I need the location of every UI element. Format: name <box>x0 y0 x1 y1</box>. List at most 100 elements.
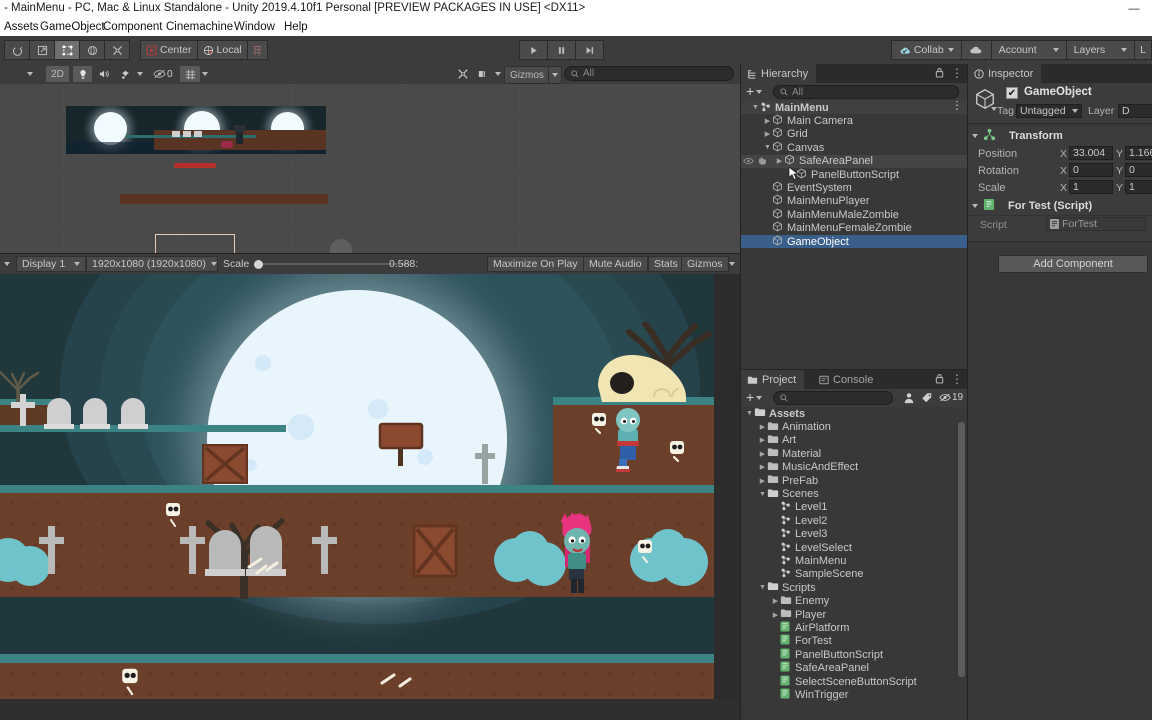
project-create-button[interactable]: + <box>746 390 763 404</box>
scene-draw-mode-dropdown[interactable] <box>24 66 36 82</box>
project-item-selectscenebuttonscript[interactable]: SelectSceneButtonScript <box>741 675 967 688</box>
game-gizmos-toggle[interactable]: Gizmos <box>681 256 729 272</box>
scene-view-canvas[interactable] <box>0 84 740 254</box>
transform-position-x-input[interactable]: 33.004 <box>1069 146 1113 160</box>
scene-context-menu-icon[interactable]: ⋮ <box>951 101 963 111</box>
disclosure-triangle[interactable]: ▼ <box>758 584 767 591</box>
scene-fx-dropdown[interactable] <box>134 66 146 82</box>
game-stats-toggle[interactable]: Stats <box>648 256 684 272</box>
menu-item-component[interactable]: Component <box>103 21 162 33</box>
gameobject-name-field[interactable]: GameObject <box>1024 86 1092 98</box>
scene-component-tools-icon[interactable] <box>452 66 473 82</box>
pause-button[interactable] <box>547 40 576 60</box>
project-item-scripts[interactable]: ▼ Scripts <box>741 581 967 594</box>
tag-dropdown[interactable]: Untagged <box>1016 104 1082 118</box>
scene-fx-toggle[interactable] <box>116 66 135 82</box>
play-button[interactable] <box>519 40 548 60</box>
scene-2d-toggle[interactable]: 2D <box>46 66 69 82</box>
hierarchy-search-box[interactable]: All <box>773 85 959 99</box>
game-display-dropdown[interactable]: Display 1 <box>16 256 86 272</box>
project-hidden-badge[interactable]: 19 <box>939 392 963 403</box>
scene-audio-toggle[interactable] <box>95 66 114 82</box>
disclosure-triangle[interactable]: ▼ <box>763 144 772 151</box>
project-item-assets[interactable]: ▼ Assets <box>741 407 967 420</box>
lock-icon[interactable] <box>935 67 944 81</box>
hierarchy-item-grid[interactable]: ▶ Grid <box>741 128 967 141</box>
layer-dropdown[interactable]: D <box>1118 104 1152 118</box>
account-button[interactable]: Account <box>990 40 1067 60</box>
project-item-level3[interactable]: Level3 <box>741 528 967 541</box>
scene-visibility-dropdown[interactable] <box>492 66 504 82</box>
search-by-label-icon[interactable] <box>921 392 933 407</box>
project-menu-icon[interactable]: ⋮ <box>951 373 963 385</box>
project-item-level2[interactable]: Level2 <box>741 514 967 527</box>
move-tool-button[interactable] <box>29 40 55 60</box>
disclosure-triangle[interactable]: ▼ <box>745 410 754 417</box>
scene-grid-dropdown[interactable] <box>199 66 211 82</box>
pickability-hand-icon[interactable] <box>757 156 768 168</box>
tab-project[interactable]: Project <box>741 370 805 389</box>
lock-icon[interactable] <box>935 373 944 387</box>
scene-gizmos-dropdown[interactable] <box>548 66 562 84</box>
pivot-mode-button[interactable]: Center <box>140 40 198 60</box>
tab-hierarchy[interactable]: Hierarchy <box>741 64 817 83</box>
scene-selection-rect[interactable] <box>155 234 235 254</box>
scene-gizmos-button[interactable]: Gizmos <box>504 66 550 84</box>
hierarchy-item-safeareapanel[interactable]: ▶ SafeAreaPanel <box>741 154 967 168</box>
game-scale-slider-thumb[interactable] <box>254 260 263 269</box>
collab-button[interactable]: Collab <box>890 40 962 60</box>
menu-item-cinemachine[interactable]: Cinemachine <box>166 21 233 33</box>
grid-snap-button[interactable] <box>246 40 268 60</box>
project-item-panelbuttonscript[interactable]: PanelButtonScript <box>741 648 967 661</box>
cloud-button[interactable] <box>960 40 992 60</box>
transform-scale-x-input[interactable]: 1 <box>1069 180 1113 194</box>
project-item-animation[interactable]: ▶ Animation <box>741 420 967 433</box>
rect-tool-button[interactable] <box>54 40 80 60</box>
menu-item-help[interactable]: Help <box>284 21 308 33</box>
minimize-button[interactable]: — <box>1116 0 1152 18</box>
project-search-box[interactable] <box>773 391 893 405</box>
hierarchy-item-gameobject[interactable]: GameObject <box>741 234 967 249</box>
hierarchy-item-mainmenufemalezombie[interactable]: MainMenuFemaleZombie <box>741 221 967 235</box>
game-scale-slider[interactable] <box>252 256 412 272</box>
hand-tool-button[interactable] <box>4 40 30 60</box>
disclosure-triangle[interactable]: ▶ <box>763 117 772 125</box>
menu-item-assets[interactable]: Assets <box>4 21 39 33</box>
scene-scene-visibility-icon[interactable] <box>474 66 494 82</box>
disclosure-triangle[interactable]: ▶ <box>758 463 767 471</box>
disclosure-triangle[interactable]: ▶ <box>758 477 767 485</box>
hierarchy-menu-icon[interactable]: ⋮ <box>951 67 963 79</box>
game-render-canvas[interactable] <box>0 274 714 699</box>
layout-button[interactable]: L <box>1134 40 1152 60</box>
disclosure-triangle[interactable]: ▶ <box>758 450 767 458</box>
menu-item-gameobject[interactable]: GameObject <box>40 21 105 33</box>
project-item-material[interactable]: ▶ Material <box>741 447 967 460</box>
project-item-wintrigger[interactable]: WinTrigger <box>741 688 967 701</box>
transform-scale-y-input[interactable]: 1 <box>1125 180 1152 194</box>
hierarchy-item-mainmenu[interactable]: ▼ MainMenu ⋮ <box>741 101 967 115</box>
tab-inspector[interactable]: Inspector <box>968 64 1042 83</box>
project-item-levelselect[interactable]: LevelSelect <box>741 541 967 554</box>
disclosure-triangle[interactable]: ▶ <box>758 436 767 444</box>
transform-rotation-y-input[interactable]: 0 <box>1125 163 1152 177</box>
project-item-musicandeffect[interactable]: ▶ MusicAndEffect <box>741 461 967 474</box>
search-by-type-icon[interactable] <box>903 392 915 407</box>
script-object-field[interactable]: ForTest <box>1046 217 1146 231</box>
hierarchy-item-canvas[interactable]: ▼ Canvas <box>741 141 967 154</box>
game-maximize-on-play-toggle[interactable]: Maximize On Play <box>487 256 584 272</box>
hierarchy-item-eventsystem[interactable]: EventSystem <box>741 181 967 194</box>
disclosure-triangle[interactable]: ▶ <box>771 597 780 605</box>
project-item-prefab[interactable]: ▶ PreFab <box>741 474 967 487</box>
hierarchy-item-mainmenuplayer[interactable]: MainMenuPlayer <box>741 195 967 208</box>
project-item-level1[interactable]: Level1 <box>741 501 967 514</box>
transform-rotation-x-input[interactable]: 0 <box>1069 163 1113 177</box>
project-item-art[interactable]: ▶ Art <box>741 434 967 447</box>
hierarchy-tree[interactable]: ▼ MainMenu ⋮ ▶ Main Camera ▶ Grid ▼ Canvas ▶ SafeA… <box>741 101 967 369</box>
project-item-airplatform[interactable]: AirPlatform <box>741 621 967 634</box>
project-item-scenes[interactable]: ▼ Scenes <box>741 487 967 500</box>
project-item-player[interactable]: ▶ Player <box>741 608 967 621</box>
scene-search-box[interactable]: All <box>564 66 734 81</box>
game-mute-audio-toggle[interactable]: Mute Audio <box>583 256 648 272</box>
rotate-tool-button[interactable] <box>79 40 105 60</box>
project-item-fortest[interactable]: ForTest <box>741 634 967 648</box>
